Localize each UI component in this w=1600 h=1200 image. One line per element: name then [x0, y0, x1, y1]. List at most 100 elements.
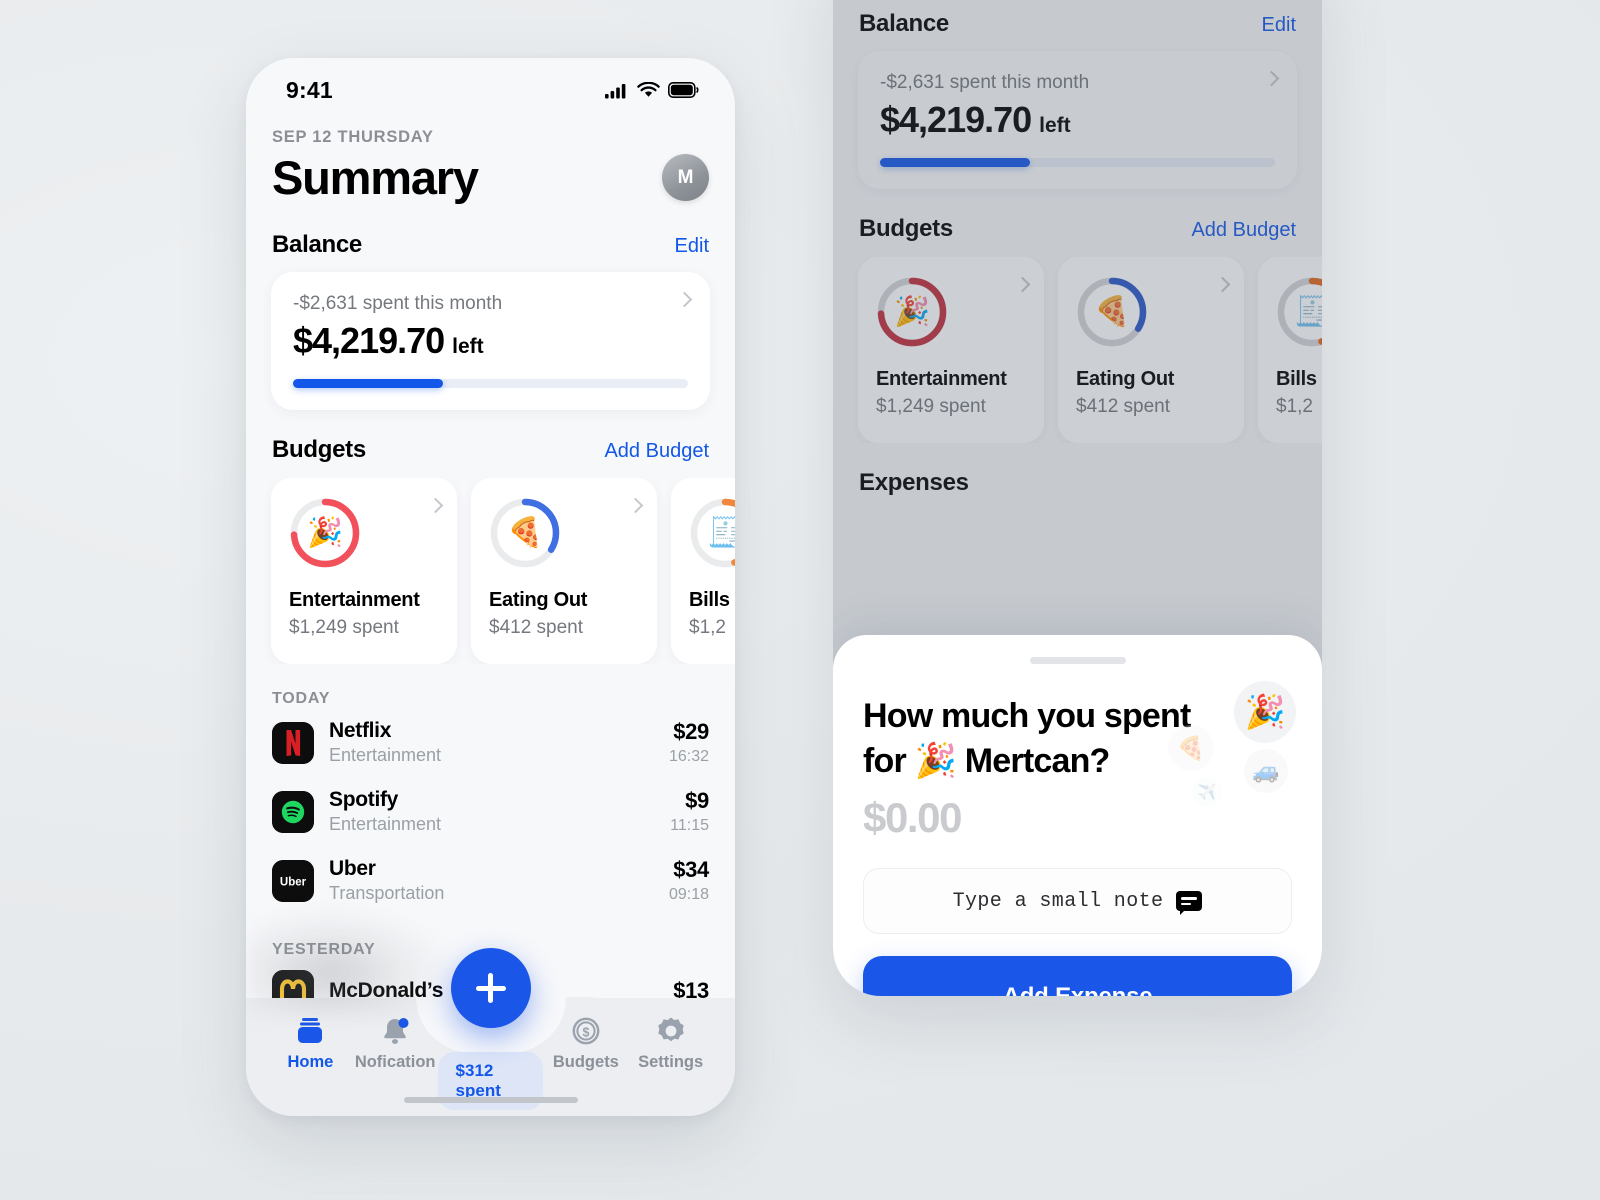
transaction-amount-wrap: $29 16:32: [669, 719, 709, 766]
transaction-row[interactable]: Netflix Entertainment $29 16:32: [246, 708, 735, 777]
budget-card[interactable]: 🍕 Eating Out $412 spent: [471, 478, 657, 664]
budget-card[interactable]: 🍕 Eating Out $412 spent: [1058, 257, 1244, 443]
note-placeholder: Type a small note: [952, 889, 1164, 913]
balance-edit-link[interactable]: Edit: [675, 235, 709, 258]
tab-settings-label: Settings: [638, 1053, 704, 1071]
budgets-carousel[interactable]: 🎉 Entertainment $1,249 spent 🍕 Eating Out $41…: [246, 478, 735, 664]
budget-category-emoji: 🧾: [706, 517, 735, 549]
emoji-bubble-plane[interactable]: ✈️: [1192, 777, 1222, 808]
status-bar: 9:41: [246, 58, 735, 112]
cellular-signal-icon: [605, 83, 626, 98]
transaction-amount-wrap: $9 11:15: [670, 788, 709, 835]
category-emoji-cluster: 🎉 🍕 🚙 ✈️: [1166, 681, 1296, 811]
budget-ring-wrap: 🍕: [1076, 276, 1148, 348]
svg-text:$: $: [582, 1026, 589, 1040]
transaction-row[interactable]: Uber Uber Transportation $34 09:18: [246, 846, 735, 915]
tab-home[interactable]: Home: [268, 1016, 353, 1072]
dollar-coin-icon: $: [572, 1017, 600, 1045]
header-date: SEP 12 THURSDAY: [272, 128, 434, 146]
balance-spent-text: -$2,631 spent this month: [880, 72, 1090, 93]
wifi-icon: [637, 81, 660, 97]
add-expense-sheet: 🎉 🍕 🚙 ✈️ How much you spent for 🎉 Mertca…: [833, 635, 1322, 996]
budget-ring-wrap: 🧾: [689, 497, 735, 569]
expenses-section-header: Expenses: [833, 469, 1322, 497]
sheet-question-line1: How much you spent: [863, 697, 1191, 736]
balance-amount-suffix: left: [452, 335, 484, 358]
sheet-question-emoji: 🎉: [914, 742, 957, 781]
budgets-section-title: Budgets: [272, 436, 366, 463]
budget-spent: $1,249 spent: [876, 396, 986, 417]
add-expense-button[interactable]: Add Expense: [863, 956, 1292, 996]
budget-spent: $412 spent: [489, 617, 584, 638]
chevron-right-icon: [427, 497, 444, 516]
sheet-grab-handle[interactable]: [1029, 657, 1126, 665]
budget-card[interactable]: 🧾 Bills $1,2: [1258, 257, 1322, 443]
chevron-right-icon: [676, 291, 693, 310]
budget-name: Entertainment: [289, 589, 420, 611]
transaction-name: Uber: [329, 857, 376, 880]
budget-name: Bills: [689, 589, 730, 611]
bell-icon: [384, 1018, 409, 1044]
emoji-bubble-pizza[interactable]: 🍕: [1168, 725, 1214, 772]
spotify-logo: [272, 790, 314, 833]
phone-screen-summary: 9:41 SEP 12 THURSDAY Summary M Balance E…: [246, 58, 735, 1116]
gear-icon: [657, 1017, 684, 1042]
transactions-group-label: TODAY: [272, 690, 331, 707]
balance-progress-bar: [293, 379, 688, 388]
add-expense-fab[interactable]: [450, 948, 531, 1028]
transaction-time: 09:18: [668, 886, 709, 903]
add-budget-link[interactable]: Add Budget: [604, 440, 709, 463]
budget-category-emoji: 🍕: [1093, 296, 1131, 328]
balance-section-title: Balance: [859, 10, 949, 37]
budget-card[interactable]: 🎉 Entertainment $1,249 spent: [858, 257, 1044, 443]
transaction-info: Netflix Entertainment: [329, 719, 669, 766]
avatar[interactable]: M: [662, 154, 709, 201]
budget-name: Bills: [1276, 368, 1317, 390]
balance-edit-link[interactable]: Edit: [1262, 14, 1296, 37]
transaction-amount: $29: [673, 719, 709, 744]
emoji-bubble-car[interactable]: 🚙: [1244, 749, 1288, 794]
balance-section-header: Balance Edit: [246, 231, 735, 259]
transaction-amount: $34: [673, 857, 709, 882]
transaction-category: Entertainment: [329, 814, 442, 834]
transaction-category: Entertainment: [329, 745, 442, 765]
budget-ring-wrap: 🎉: [876, 276, 948, 348]
phone-screen-add-expense: Balance Edit -$2,631 spent this month $4…: [833, 0, 1322, 996]
transaction-amount-wrap: $34 09:18: [669, 857, 709, 904]
balance-amount: $4,219.70: [293, 320, 445, 361]
tab-notification[interactable]: Nofication: [353, 1016, 438, 1072]
chevron-right-icon: [1014, 276, 1031, 295]
tab-settings[interactable]: Settings: [628, 1016, 713, 1072]
budgets-section-title: Budgets: [859, 215, 953, 242]
balance-amount-suffix: left: [1039, 114, 1071, 137]
budget-spent: $1,249 spent: [289, 617, 399, 638]
balance-amount: $4,219.70: [880, 99, 1032, 140]
home-indicator[interactable]: [403, 1097, 578, 1103]
budget-category-emoji: 🎉: [306, 517, 344, 549]
page-header: SEP 12 THURSDAY Summary M: [246, 112, 735, 205]
balance-progress-bar: [880, 158, 1275, 167]
transaction-name: Netflix: [329, 719, 392, 742]
balance-progress-fill: [880, 158, 1031, 167]
balance-card[interactable]: -$2,631 spent this month $4,219.70 left: [858, 51, 1297, 189]
tab-budgets[interactable]: $ Budgets: [543, 1016, 628, 1072]
home-icon: [298, 1018, 323, 1043]
transaction-row[interactable]: Spotify Entertainment $9 11:15: [246, 777, 735, 846]
emoji-bubble-party[interactable]: 🎉: [1234, 681, 1296, 744]
canvas: Balance Edit -$2,631 spent this month $4…: [0, 0, 1600, 1200]
budget-card[interactable]: 🧾 Bills $1,2: [671, 478, 735, 664]
budget-ring-wrap: 🧾: [1276, 276, 1322, 348]
note-input[interactable]: Type a small note: [863, 868, 1292, 934]
budgets-carousel[interactable]: 🎉 Entertainment $1,249 spent 🍕 Eating Out $41…: [833, 257, 1322, 443]
budget-card[interactable]: 🎉 Entertainment $1,249 spent: [271, 478, 457, 664]
svg-text:Uber: Uber: [280, 876, 307, 888]
balance-card[interactable]: -$2,631 spent this month $4,219.70 left: [271, 272, 710, 410]
transaction-name: Spotify: [329, 788, 399, 811]
balance-progress-fill: [293, 379, 444, 388]
budgets-section-header: Budgets Add Budget: [833, 215, 1322, 243]
expenses-section-title: Expenses: [859, 469, 969, 496]
add-budget-link[interactable]: Add Budget: [1191, 219, 1296, 242]
budget-ring-wrap: 🎉: [289, 497, 361, 569]
transaction-time: 16:32: [668, 748, 709, 765]
budget-spent: $1,2: [689, 617, 726, 638]
